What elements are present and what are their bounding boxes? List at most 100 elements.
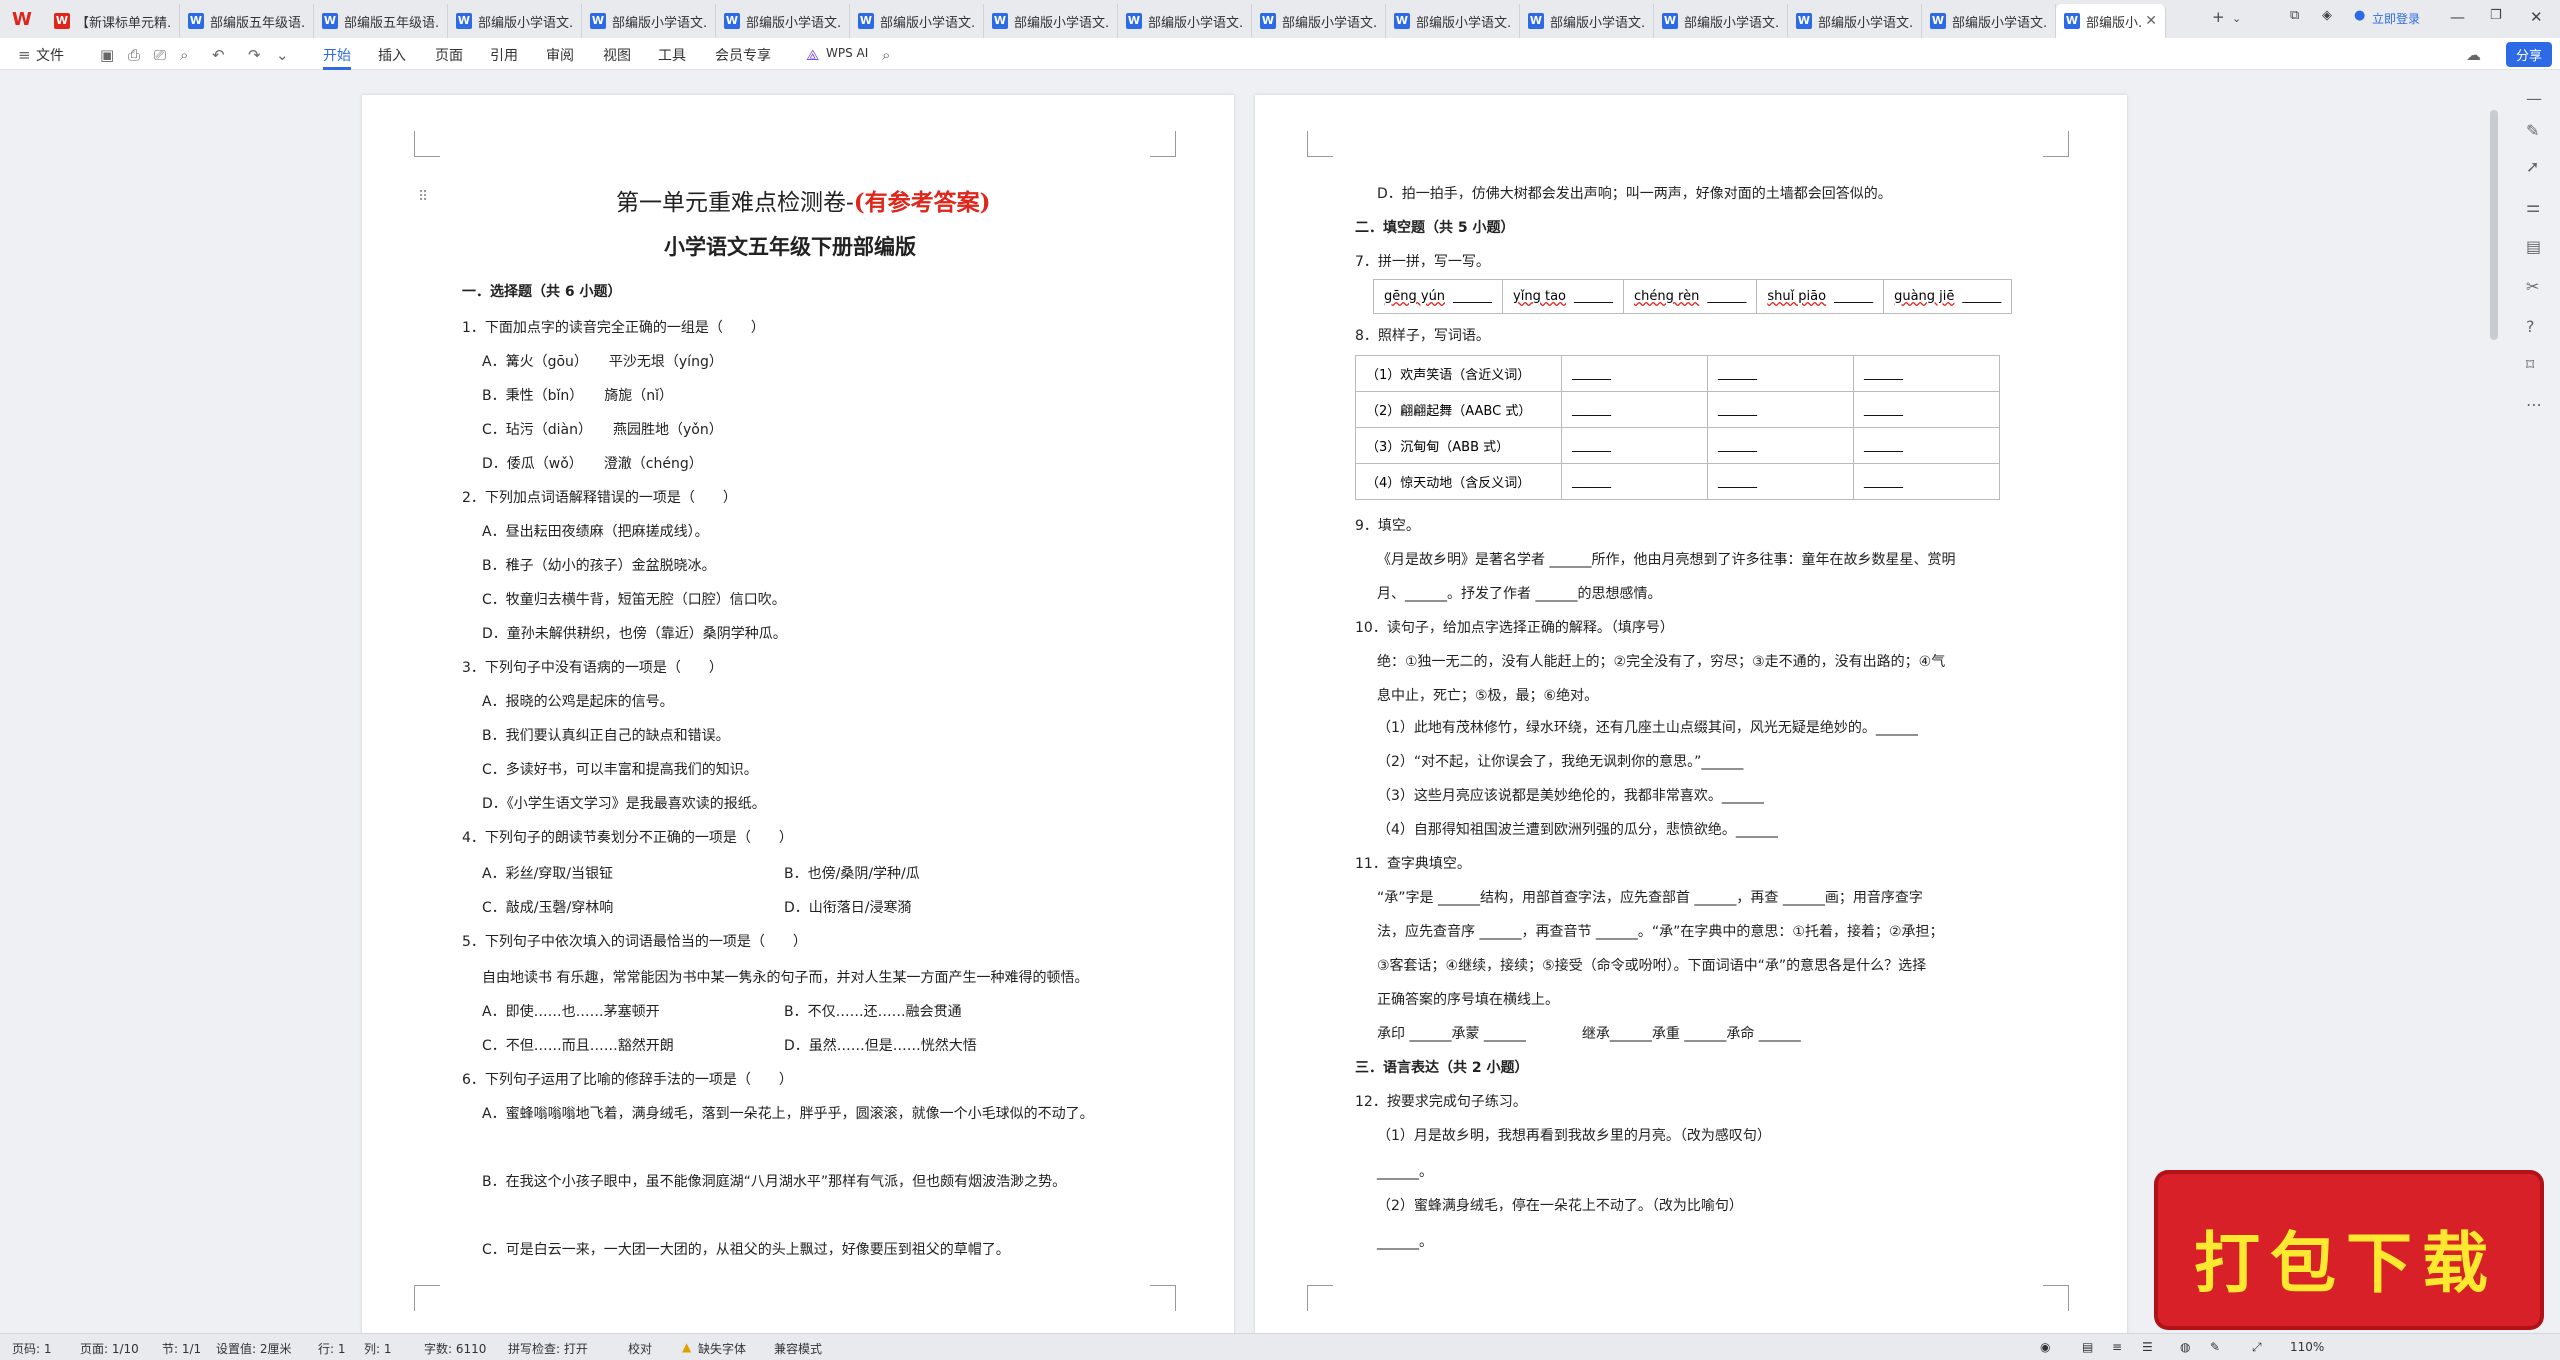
tab-tools[interactable]: 工具 xyxy=(658,45,686,65)
answer-cell[interactable]: ______ xyxy=(1707,355,1854,392)
document-tab[interactable]: W 部编版小学语文... xyxy=(850,4,984,38)
file-menu[interactable]: 文件 xyxy=(36,45,64,65)
page-2: D．拍一拍手，仿佛大树都会发出声响；叫一两声，好像对面的土墙都会回答似的。 二．填… xyxy=(1255,95,2127,1333)
cube-icon[interactable]: ◈ xyxy=(2322,8,2332,23)
document-tab[interactable]: W 部编版小学语文... xyxy=(1922,4,2056,38)
adjust-icon[interactable]: ⚌ xyxy=(2526,197,2540,216)
cloud-icon[interactable]: ☁ xyxy=(2466,46,2481,64)
tab-list-icon[interactable]: ⌄ xyxy=(2232,12,2241,25)
login-link[interactable]: 立即登录 xyxy=(2372,10,2420,27)
document-tab[interactable]: W 部编版小学语文... xyxy=(1520,4,1654,38)
answer-cell[interactable]: ______ xyxy=(1561,427,1708,464)
tab-label: 部编版小学语文... xyxy=(880,15,975,31)
answer-cell[interactable]: ______ xyxy=(1561,391,1708,428)
more-tools-icon[interactable]: ⋯ xyxy=(2526,395,2542,414)
question-line: C．不但……而且……豁然开朗 xyxy=(482,1038,674,1054)
print-icon[interactable]: ⎚ xyxy=(154,46,166,64)
document-tab[interactable]: W 部编版小学语文... xyxy=(1386,4,1520,38)
answer-cell[interactable]: ______ xyxy=(1707,427,1854,464)
pen-icon[interactable]: ✎ xyxy=(2526,121,2539,140)
help-icon[interactable]: ? xyxy=(2526,317,2535,336)
more-icon[interactable]: ⌄ xyxy=(276,46,289,64)
avatar[interactable]: ● xyxy=(2354,8,2365,23)
close-window-icon[interactable]: ✕ xyxy=(2530,8,2543,26)
document-tab[interactable]: W 部编版小学语文... xyxy=(716,4,850,38)
tab-member[interactable]: 会员专享 xyxy=(715,45,771,65)
search-icon[interactable]: ⌕ xyxy=(882,46,890,64)
question-line: （2）蜜蜂满身绒毛，停在一朵花上不动了。（改为比喻句） xyxy=(1377,1198,1743,1214)
status-proof[interactable]: 校对 xyxy=(628,1340,652,1357)
menu-icon[interactable]: ≡ xyxy=(18,46,31,64)
preview-icon[interactable]: ⌕ xyxy=(180,46,188,64)
document-tab[interactable]: W 部编版小学语文... xyxy=(984,4,1118,38)
tab-view[interactable]: 视图 xyxy=(603,45,631,65)
share-button[interactable]: 分享 xyxy=(2505,42,2552,67)
save-icon[interactable]: ▣ xyxy=(100,46,114,64)
wps-ai-button[interactable]: WPS AI xyxy=(826,46,868,60)
document-tab[interactable]: W 部编版小学语文... xyxy=(1252,4,1386,38)
status-missing-font[interactable]: 缺失字体 xyxy=(698,1340,746,1357)
answer-cell[interactable]: ______ xyxy=(1853,427,2000,464)
answer-cell[interactable]: ______ xyxy=(1707,391,1854,428)
tag-icon[interactable]: ⌑ xyxy=(2526,355,2534,374)
pinyin-cell: gēng yún ______ xyxy=(1372,279,1504,314)
zoom-level[interactable]: 110% xyxy=(2290,1340,2324,1354)
pattern-label: （2）翩翩起舞（AABC 式） xyxy=(1355,391,1562,428)
answer-cell[interactable]: ______ xyxy=(1561,463,1708,500)
doc-title: 第一单元重难点检测卷-(有参考答案) xyxy=(616,183,991,217)
answer-cell[interactable]: ______ xyxy=(1561,355,1708,392)
close-tab-icon[interactable]: ✕ xyxy=(2141,13,2157,29)
status-spell[interactable]: 拼写检查: 打开 xyxy=(508,1340,588,1357)
question-line: 1．下面加点字的读音完全正确的一组是（ ） xyxy=(462,320,765,336)
web-view-icon[interactable]: ≡ xyxy=(2112,1340,2122,1354)
fit-icon[interactable]: ⤢ xyxy=(2252,1340,2262,1355)
document-tab[interactable]: W 部编版小学语文... xyxy=(1118,4,1252,38)
tab-home[interactable]: 开始 xyxy=(323,45,351,70)
document-tab[interactable]: W 部编版小学语文... xyxy=(582,4,716,38)
download-banner[interactable]: 打包下载 xyxy=(2158,1174,2540,1326)
minimize-icon[interactable]: — xyxy=(2450,8,2465,26)
status-words[interactable]: 字数: 6110 xyxy=(424,1340,486,1357)
answer-cell[interactable]: ______ xyxy=(1853,355,2000,392)
format-icon[interactable]: ▤ xyxy=(2526,237,2541,256)
answer-cell[interactable]: ______ xyxy=(1853,463,2000,500)
document-tab[interactable]: W 部编版五年级语... xyxy=(180,4,314,38)
globe-icon[interactable]: ◍ xyxy=(2180,1340,2190,1354)
edit-icon[interactable]: ✎ xyxy=(2210,1340,2220,1354)
answer-cell[interactable]: ______ xyxy=(1853,391,2000,428)
eye-icon[interactable]: ◉ xyxy=(2040,1340,2050,1354)
undo-icon[interactable]: ↶ xyxy=(212,46,225,64)
document-tab[interactable]: W 部编版五年级语... xyxy=(314,4,448,38)
document-tab-active[interactable]: W 部编版小...✕ xyxy=(2056,4,2166,38)
outline-icon[interactable]: ☰ xyxy=(2142,1340,2153,1354)
status-pages[interactable]: 页面: 1/10 xyxy=(80,1340,139,1357)
collapse-icon[interactable]: — xyxy=(2526,89,2542,108)
tab-insert[interactable]: 插入 xyxy=(378,45,406,65)
vertical-scrollbar[interactable] xyxy=(2490,110,2498,340)
document-tab[interactable]: W 部编版小学语文... xyxy=(448,4,582,38)
document-tab[interactable]: W 部编版小学语文... xyxy=(1788,4,1922,38)
redo-icon[interactable]: ↷ xyxy=(248,46,261,64)
status-section: 节: 1/1 xyxy=(162,1342,202,1356)
pattern-label: （3）沉甸甸（ABB 式） xyxy=(1355,427,1562,464)
wps-logo-icon[interactable]: W xyxy=(12,11,34,29)
document-area[interactable]: 第一单元重难点检测卷-(有参考答案) 小学语文五年级下册部编版 ⠿ 一．选择题（共 6… xyxy=(0,71,2560,1333)
new-tab-icon[interactable]: + xyxy=(2212,8,2225,26)
question-line: B．不仅……还……融会贯通 xyxy=(784,1004,962,1020)
page-view-icon[interactable]: ▤ xyxy=(2082,1340,2093,1354)
document-tab[interactable]: W 【新课标单元精... xyxy=(46,4,180,38)
word-doc-icon: W xyxy=(322,13,338,29)
document-tab[interactable]: W 部编版小学语文... xyxy=(1654,4,1788,38)
select-icon[interactable]: ➚ xyxy=(2526,157,2539,176)
answer-cell[interactable]: ______ xyxy=(1707,463,1854,500)
window-icon[interactable]: ⧉ xyxy=(2290,8,2299,23)
tab-review[interactable]: 审阅 xyxy=(546,45,574,65)
restore-icon[interactable]: ❐ xyxy=(2490,8,2502,23)
drag-handle-icon[interactable]: ⠿ xyxy=(418,189,428,205)
tab-page[interactable]: 页面 xyxy=(435,45,463,65)
open-icon[interactable]: ⎙ xyxy=(128,46,140,64)
tools-icon[interactable]: ✂ xyxy=(2526,277,2539,296)
tab-label: 部编版小学语文... xyxy=(1416,15,1511,31)
question-line: （1）月是故乡明，我想再看到我故乡里的月亮。（改为感叹句） xyxy=(1377,1128,1771,1144)
tab-reference[interactable]: 引用 xyxy=(490,45,518,65)
